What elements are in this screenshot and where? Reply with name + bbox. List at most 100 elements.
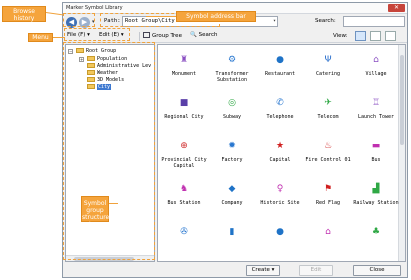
search-label: Search: [315,18,336,24]
menu-highlight [64,28,130,41]
symbol-cell[interactable]: Ψ Catering [304,55,352,77]
symbol-label: Monument [171,71,197,77]
symbol-cell[interactable]: ◆ Company [208,184,256,206]
create-button[interactable]: Create ▾ [246,265,280,276]
symbol-label: Village [365,71,387,77]
symbol-icon: ▮ [229,227,235,237]
symbol-icon: ♨ [323,141,333,151]
symbol-cell[interactable]: ▬ Bus [352,141,400,163]
toolbar-separator [139,32,140,41]
list-view-button[interactable] [370,31,381,41]
symbol-cell[interactable]: ⚑ Red Flag [304,184,352,206]
symbol-cell[interactable]: ♨ Fire Control 01 [304,141,352,163]
panel-icon [143,32,150,38]
symbol-cell[interactable]: ⊕ Provincial City Capital [160,141,208,169]
symbol-icon: ✇ [180,227,188,237]
symbol-label: Bus Station [167,200,201,206]
symbol-icon: ✆ [276,98,284,108]
search-input[interactable] [343,16,405,27]
symbol-icon: ● [276,227,284,237]
symbol-cell[interactable]: ▟ Railway Station [352,184,400,206]
symbol-icon: ⊕ [180,141,188,151]
scroll-thumb[interactable] [400,55,404,145]
symbol-cell[interactable]: ♖ Launch Tower [352,98,400,120]
symbol-cell[interactable]: ● [256,227,304,243]
callout-menu: Menu [28,33,53,42]
callout-browse-history: Browse history locator [2,6,46,29]
symbol-icon: Ψ [324,55,332,65]
symbol-label: Catering [315,71,341,77]
history-highlight [63,13,95,27]
symbol-cell[interactable]: ✆ Telephone [256,98,304,120]
symbol-label: Telecom [317,114,339,120]
path-dropdown-icon[interactable]: ▾ [273,17,276,26]
symbol-icon: ✹ [228,141,236,151]
symbol-cell[interactable]: ■ Regional City [160,98,208,120]
symbol-cell[interactable]: ⌂ [304,227,352,243]
symbol-icon: ♞ [179,184,189,194]
symbol-icon: ▟ [372,184,380,194]
symbol-label: Red Flag [315,200,341,206]
symbol-label: Launch Tower [357,114,395,120]
symbol-cell[interactable]: ♣ [352,227,400,243]
symbol-label: Factory [221,157,243,163]
symbol-label: Fire Control 01 [305,157,351,163]
group-tree-label: Group Tree [152,33,182,39]
symbol-label: Provincial City Capital [161,157,207,169]
symbol-cell[interactable]: ⌂ Village [352,55,400,77]
edit-button[interactable]: Edit [299,265,333,276]
symbol-icon: ⚑ [323,184,333,194]
symbol-label: Company [221,200,243,206]
symbol-cell[interactable]: ▮ [208,227,256,243]
symbol-label: Regional City [164,114,204,120]
symbol-icon: ♜ [179,55,189,65]
symbol-icon: ● [276,55,284,65]
window-title: Marker Symbol Library [66,5,123,11]
search-button[interactable]: 🔍 Search [190,32,218,38]
symbol-cell[interactable]: ♜ Monument [160,55,208,77]
symbol-cell[interactable]: ♀ Historic Site [256,184,304,206]
symbol-icon: ♀ [276,184,284,194]
symbol-icon: ▬ [371,141,381,151]
symbol-icon: ★ [275,141,285,151]
symbol-cell[interactable]: ⚙ Transformer Substation [208,55,256,83]
group-tree-button[interactable]: Group Tree [143,32,182,39]
symbol-icon: ⌂ [325,227,331,237]
symbol-label: Restaurant [264,71,296,77]
symbol-label: Bus [371,157,381,163]
symbol-cell[interactable]: ★ Capital [256,141,304,163]
symbol-label: Capital [269,157,291,163]
view-label: View: [333,33,348,39]
large-icon-view-button[interactable] [355,31,366,41]
create-dropdown-icon[interactable]: ▾ [272,267,275,273]
close-button[interactable]: Close [353,265,401,276]
symbol-cell[interactable]: ♞ Bus Station [160,184,208,206]
symbol-icon: ♣ [371,227,381,237]
detail-view-button[interactable] [385,31,396,41]
symbol-label: Historic Site [260,200,300,206]
symbol-icon: ✈ [324,98,332,108]
symbol-icon: ⌂ [373,55,379,65]
symbol-label: Railway Station [353,200,399,206]
callout-address-bar: Symbol address bar [176,11,256,22]
symbol-cell[interactable]: ● Restaurant [256,55,304,77]
leader-line [53,37,65,38]
symbol-icon: ◆ [228,184,236,194]
symbol-grid[interactable]: ♜ Monument ⚙ Transformer Substation ● Restaur… [157,44,406,262]
symbol-cell[interactable]: ✹ Factory [208,141,256,163]
symbol-label: Telephone [266,114,294,120]
leader-line [108,203,118,204]
symbol-icon: ◎ [228,98,236,108]
leader-line [146,16,176,17]
symbol-label: Subway [222,114,242,120]
symbol-cell[interactable]: ◎ Subway [208,98,256,120]
symbol-icon: ■ [179,98,189,108]
symbol-icon: ⚙ [227,55,237,65]
symbol-icon: ♖ [371,98,381,108]
callout-group-tree: Symbol group structure tree [81,196,109,228]
tree-highlight [63,42,155,260]
close-window-button[interactable]: ✕ [388,4,405,12]
symbol-cell[interactable]: ✈ Telecom [304,98,352,120]
symbol-label: Transformer Substation [215,71,249,83]
symbol-cell[interactable]: ✇ [160,227,208,243]
